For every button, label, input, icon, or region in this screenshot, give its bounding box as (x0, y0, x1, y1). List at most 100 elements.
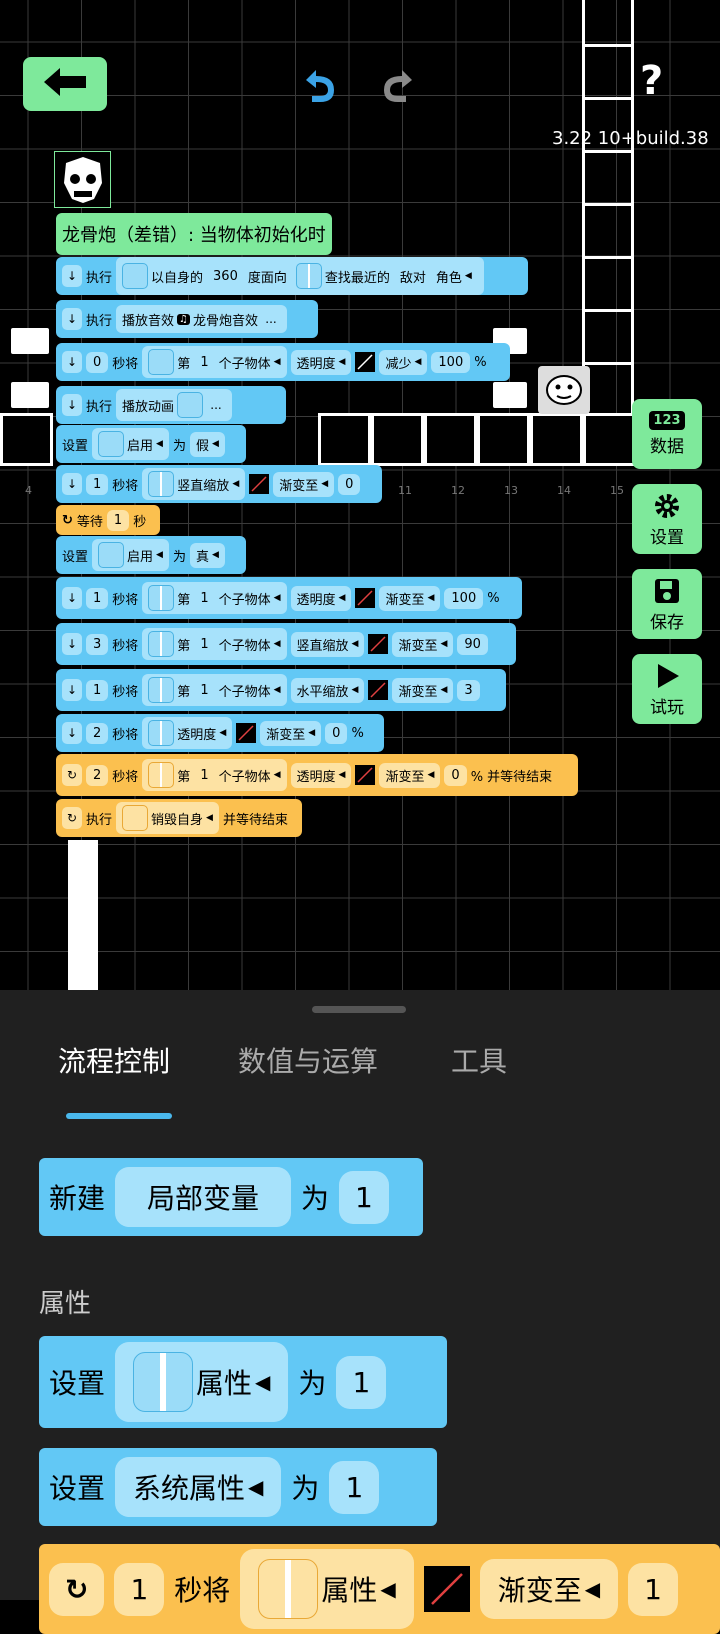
property-pill[interactable]: 属性 ◀ (115, 1342, 289, 1422)
property-pill[interactable]: 竖直缩放 ◀ (142, 468, 246, 500)
duration-value[interactable]: 1 (86, 587, 109, 609)
dropdown-arrow-icon[interactable]: ◀ (274, 357, 281, 367)
faction-dropdown[interactable]: 敌对 (392, 263, 433, 289)
object-slot[interactable] (148, 631, 175, 657)
dropdown-arrow-icon[interactable]: ◀ (156, 439, 163, 449)
property-dropdown[interactable]: 透明度 ◀ (290, 349, 352, 375)
script-block-10[interactable]: ↓ 3 秒将 第 1 个子物体 ◀ 竖直缩放 ◀ 渐变至 ◀ 90 (56, 623, 516, 665)
target-value[interactable]: 100 (444, 587, 484, 609)
script-block-8[interactable]: 设置 启用 ◀ 为 真 ◀ (56, 536, 246, 574)
duration-value[interactable]: 0 (86, 351, 109, 373)
duration-value[interactable]: 3 (86, 633, 109, 655)
tab-math[interactable]: 数值与运算 (238, 1040, 378, 1080)
find-slot[interactable] (295, 263, 322, 289)
dropdown-arrow-icon[interactable]: ◀ (206, 813, 213, 823)
mode-dropdown[interactable]: 渐变至 ◀ (392, 677, 454, 703)
target-value[interactable]: 3 (457, 679, 480, 701)
child-pill[interactable]: 第 1 个子物体 ◀ (142, 582, 287, 614)
mode-dropdown[interactable]: 减少 ◀ (379, 349, 428, 375)
script-block-9[interactable]: ↓ 1 秒将 第 1 个子物体 ◀ 透明度 ◀ 渐变至 ◀ 100 % (56, 577, 522, 619)
target-value[interactable]: 1 (628, 1562, 678, 1616)
duration-value[interactable]: 1 (86, 679, 109, 701)
duration-value[interactable]: 1 (86, 473, 109, 495)
mode-dropdown[interactable]: 渐变至 ◀ (260, 720, 322, 746)
help-button[interactable]: ? (640, 58, 663, 104)
mode-dropdown[interactable]: 渐变至 ◀ (392, 631, 454, 657)
easing-curve-icon[interactable] (355, 588, 376, 608)
enable-pill[interactable]: 启用 ◀ (92, 539, 169, 571)
angle-value[interactable]: 360 (206, 265, 245, 287)
system-property-dropdown[interactable]: 系统属性 ◀ (115, 1457, 282, 1517)
object-slot[interactable] (98, 542, 125, 568)
script-block-11[interactable]: ↓ 1 秒将 第 1 个子物体 ◀ 水平缩放 ◀ 渐变至 ◀ 3 (56, 669, 506, 711)
undo-button[interactable] (298, 66, 342, 106)
child-pill[interactable]: 第 1 个子物体 ◀ (142, 759, 287, 791)
duration-value[interactable]: 2 (86, 764, 109, 786)
sign-sprite[interactable] (11, 382, 49, 408)
mode-dropdown[interactable]: 渐变至 ◀ (479, 1559, 619, 1619)
variable-value-field[interactable]: 1 (339, 1170, 389, 1224)
bool-dropdown[interactable]: 假 ◀ (189, 431, 225, 457)
collapse-arrow-icon[interactable]: ↓ (62, 473, 82, 495)
dropdown-arrow-icon[interactable]: ◀ (274, 639, 281, 649)
easing-curve-icon[interactable] (355, 352, 376, 372)
child-pill[interactable]: 第 1 个子物体 ◀ (142, 674, 287, 706)
property-dropdown[interactable]: 透明度 ◀ (290, 762, 352, 788)
loop-icon[interactable]: ↻ (62, 807, 82, 829)
script-block-12[interactable]: ↓ 2 秒将 透明度 ◀ 渐变至 ◀ 0 % (56, 714, 384, 752)
play-button[interactable]: 试玩 (632, 654, 702, 724)
palette-new-variable-block[interactable]: 新建 局部变量 为 1 (39, 1158, 423, 1236)
object-slot[interactable] (122, 805, 149, 831)
sign-sprite[interactable] (493, 382, 527, 408)
dropdown-arrow-icon[interactable]: ◀ (274, 770, 281, 780)
animation-pill[interactable]: 播放动画... (116, 389, 233, 421)
dropdown-arrow-icon[interactable]: ◀ (274, 685, 281, 695)
easing-curve-icon[interactable] (249, 474, 270, 494)
more-button[interactable]: ... (261, 308, 282, 330)
sound-pill[interactable]: 播放音效 ♫ 龙骨炮音效... (116, 305, 288, 333)
object-slot[interactable] (148, 762, 175, 788)
palette-set-property-block[interactable]: 设置 属性 ◀ 为 1 (39, 1336, 447, 1428)
wait-value[interactable]: 1 (106, 509, 130, 531)
script-block-5[interactable]: 设置 启用 ◀ 为 假 ◀ (56, 425, 246, 463)
object-slot[interactable] (148, 677, 175, 703)
dropdown-arrow-icon[interactable]: ◀ (465, 271, 472, 281)
easing-curve-icon[interactable] (355, 765, 376, 785)
save-button[interactable]: 保存 (632, 569, 702, 639)
property-pill[interactable]: 属性 ◀ (240, 1549, 414, 1629)
object-slot[interactable] (98, 431, 125, 457)
loop-icon[interactable]: ↻ (62, 764, 82, 786)
child-index[interactable]: 1 (193, 633, 216, 655)
palette-tween-property-block[interactable]: ↻ 1 秒将 属性 ◀ 渐变至 ◀ 1 (39, 1544, 720, 1634)
dropdown-arrow-icon[interactable]: ◀ (219, 728, 226, 738)
child-index[interactable]: 1 (193, 587, 216, 609)
collapse-arrow-icon[interactable]: ↓ (62, 394, 82, 416)
collapse-arrow-icon[interactable]: ↓ (62, 587, 82, 609)
object-slot[interactable] (258, 1559, 319, 1619)
target-value[interactable]: 0 (338, 473, 361, 495)
object-slot[interactable] (148, 720, 175, 746)
animation-slot[interactable] (177, 392, 204, 418)
script-block-14[interactable]: ↻ 执行 销毁自身 ◀ 并等待结束 (56, 799, 302, 837)
sound-name[interactable]: 龙骨炮音效 (193, 310, 258, 329)
mode-dropdown[interactable]: 渐变至 ◀ (273, 471, 335, 497)
property-dropdown[interactable]: 透明度 ◀ (290, 585, 352, 611)
dropdown-arrow-icon[interactable]: ◀ (232, 479, 239, 489)
property-value-field[interactable]: 1 (336, 1355, 387, 1409)
back-button[interactable] (23, 57, 107, 111)
collapse-arrow-icon[interactable]: ↓ (62, 722, 82, 744)
target-value[interactable]: 90 (457, 633, 488, 655)
tab-flow-control[interactable]: 流程控制 (58, 1040, 170, 1080)
easing-curve-icon[interactable] (236, 723, 257, 743)
dropdown-arrow-icon[interactable]: ◀ (274, 593, 281, 603)
collapse-arrow-icon[interactable]: ↓ (62, 308, 82, 330)
editor-canvas[interactable]: 4 11 12 13 14 15 ? 3.22 10+build.38 123 … (0, 0, 720, 990)
property-dropdown[interactable]: 水平缩放 ◀ (290, 677, 365, 703)
collapse-arrow-icon[interactable]: ↓ (62, 633, 82, 655)
target-value[interactable]: 0 (444, 764, 467, 786)
sign-sprite[interactable] (11, 328, 49, 354)
script-block-1[interactable]: ↓ 执行 以自身的 360 度面向 查找最近的 敌对 角色 ◀ (56, 257, 528, 295)
more-button[interactable]: ... (206, 394, 227, 416)
duration-value[interactable]: 1 (114, 1562, 165, 1616)
find-pill[interactable]: 查找最近的 敌对 角色 ◀ (289, 260, 478, 292)
